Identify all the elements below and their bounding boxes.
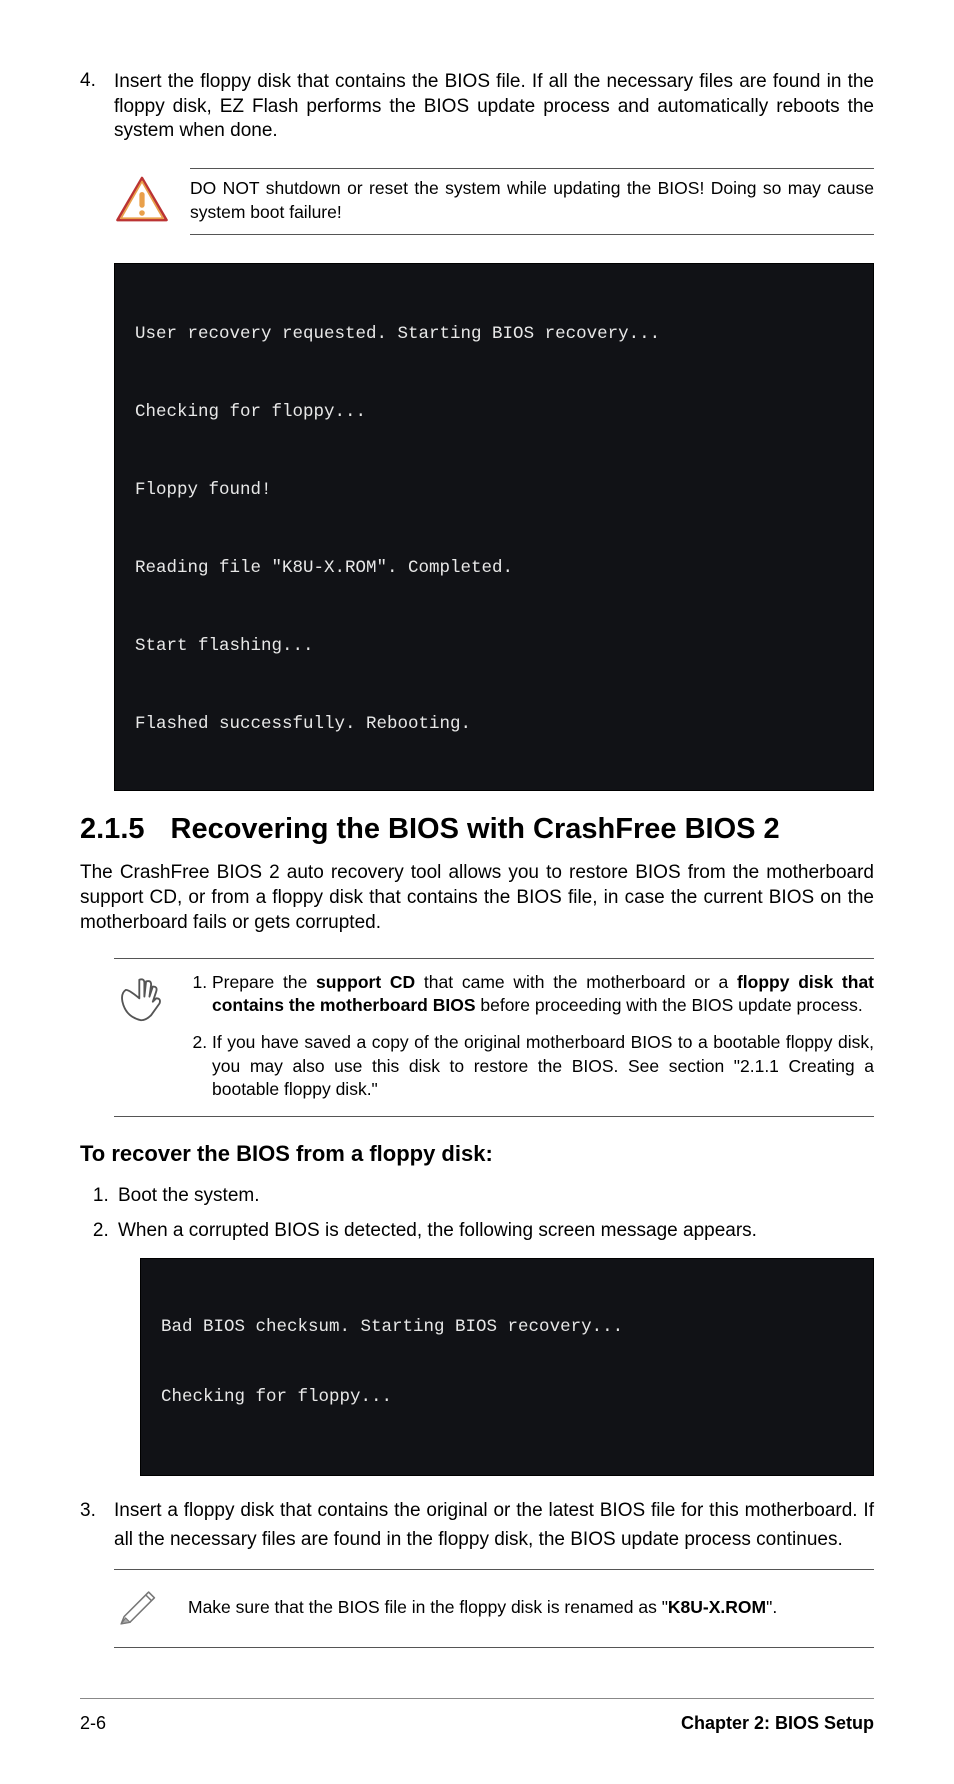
warning-callout: DO NOT shutdown or reset the system whil… [114,158,874,245]
note-item-1: Prepare the support CD that came with th… [212,971,874,1018]
recovery-step-1: Boot the system. [114,1183,874,1209]
chapter-label: Chapter 2: BIOS Setup [681,1713,874,1734]
step-text: Insert the floppy disk that contains the… [114,70,874,144]
pencil-note: Make sure that the BIOS file in the flop… [114,1569,874,1648]
step-number: 3. [80,1496,114,1555]
terminal-line: Bad BIOS checksum. Starting BIOS recover… [161,1317,853,1337]
step-3: 3. Insert a floppy disk that contains th… [80,1496,874,1555]
section-heading: 2.1.5 Recovering the BIOS with CrashFree… [80,813,874,846]
step-text: Insert a floppy disk that contains the o… [114,1496,874,1555]
note-item-2: If you have saved a copy of the original… [212,1031,874,1101]
pencil-note-text: Make sure that the BIOS file in the flop… [188,1597,874,1618]
section-intro: The CrashFree BIOS 2 auto recovery tool … [80,860,874,935]
note-callout: Prepare the support CD that came with th… [114,958,874,1117]
terminal-line: Reading file "K8U-X.ROM". Completed. [135,558,853,578]
recovery-steps: Boot the system. When a corrupted BIOS i… [80,1183,874,1244]
section-number: 2.1.5 [80,813,145,846]
note-hand-icon [114,971,170,1102]
terminal-line: Checking for floppy... [161,1387,853,1407]
warning-text: DO NOT shutdown or reset the system whil… [190,168,874,235]
terminal-line: User recovery requested. Starting BIOS r… [135,324,853,344]
pencil-icon [114,1582,170,1633]
terminal-line: Start flashing... [135,636,853,656]
subsection-heading: To recover the BIOS from a floppy disk: [80,1141,874,1167]
terminal-line: Flashed successfully. Rebooting. [135,714,853,734]
section-title: Recovering the BIOS with CrashFree BIOS … [171,813,780,846]
terminal-output-2: Bad BIOS checksum. Starting BIOS recover… [140,1258,874,1476]
page-footer: 2-6 Chapter 2: BIOS Setup [80,1698,874,1734]
terminal-line: Floppy found! [135,480,853,500]
warning-icon [114,174,170,229]
recovery-step-2: When a corrupted BIOS is detected, the f… [114,1218,874,1244]
step-number: 4. [80,70,114,144]
terminal-output-1: User recovery requested. Starting BIOS r… [114,263,874,791]
note-list: Prepare the support CD that came with th… [188,971,874,1102]
terminal-line: Checking for floppy... [135,402,853,422]
step-4: 4. Insert the floppy disk that contains … [80,70,874,144]
page-number: 2-6 [80,1713,106,1734]
